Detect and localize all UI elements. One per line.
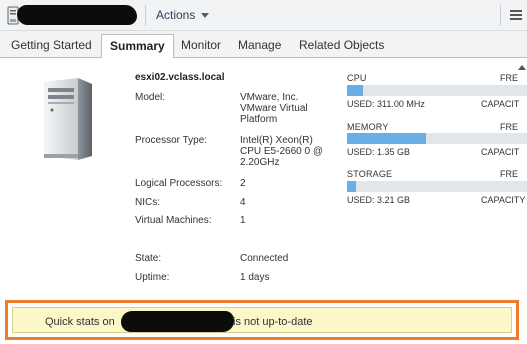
warning-text-prefix: Quick stats on bbox=[45, 316, 115, 328]
processor-type-label: Processor Type: bbox=[135, 135, 208, 146]
nics-label: NICs: bbox=[135, 197, 160, 208]
redacted-host-title bbox=[17, 5, 137, 25]
memory-usage-fill bbox=[347, 133, 427, 144]
tab-related-objects[interactable]: Related Objects bbox=[299, 38, 384, 52]
storage-label: STORAGE bbox=[347, 169, 393, 179]
cpu-usage-bar bbox=[347, 85, 527, 96]
menu-icon[interactable] bbox=[510, 10, 522, 21]
cpu-used-text: USED: 311.00 MHz bbox=[347, 99, 425, 109]
processor-type-value: Intel(R) Xeon(R) CPU E5-2660 0 @ 2.20GHz bbox=[240, 135, 323, 168]
memory-used-text: USED: 1.35 GB bbox=[347, 147, 411, 157]
state-label: State: bbox=[135, 253, 162, 264]
actions-menu-button[interactable]: Actions bbox=[156, 8, 210, 22]
actions-label: Actions bbox=[156, 8, 196, 22]
divider bbox=[145, 5, 146, 26]
storage-used-text: USED: 3.21 GB bbox=[347, 195, 411, 205]
cpu-free-label: FRE bbox=[500, 73, 518, 83]
cpu-usage-fill bbox=[347, 85, 364, 96]
memory-usage-bar bbox=[347, 133, 527, 144]
server-image bbox=[44, 78, 92, 160]
memory-label: MEMORY bbox=[347, 122, 389, 132]
memory-capacity-label: CAPACIT bbox=[481, 147, 520, 157]
tab-manage[interactable]: Manage bbox=[238, 38, 281, 52]
cpu-label: CPU bbox=[347, 73, 367, 83]
storage-capacity-label: CAPACITY bbox=[481, 195, 526, 205]
tab-summary[interactable]: Summary bbox=[101, 34, 174, 58]
scroll-up-icon[interactable] bbox=[518, 65, 526, 70]
tab-bar: Getting Started Summary Monitor Manage R… bbox=[0, 31, 527, 58]
storage-usage-bar bbox=[347, 181, 527, 192]
host-name: esxi02.vclass.local bbox=[135, 72, 225, 83]
storage-usage-fill bbox=[347, 181, 356, 192]
storage-free-label: FRE bbox=[500, 169, 518, 179]
state-value: Connected bbox=[240, 253, 289, 264]
chevron-down-icon bbox=[201, 13, 210, 19]
uptime-value: 1 days bbox=[240, 272, 270, 283]
warning-text-suffix: is not up-to-date bbox=[233, 316, 313, 328]
uptime-label: Uptime: bbox=[135, 272, 170, 283]
logical-processors-label: Logical Processors: bbox=[135, 178, 223, 189]
cpu-capacity-label: CAPACIT bbox=[481, 99, 520, 109]
virtual-machines-label: Virtual Machines: bbox=[135, 215, 212, 226]
tab-getting-started[interactable]: Getting Started bbox=[11, 38, 92, 52]
model-value: VMware, Inc. VMware Virtual Platform bbox=[240, 92, 308, 125]
divider bbox=[500, 5, 501, 26]
redacted-host-name bbox=[121, 311, 234, 332]
logical-processors-value: 2 bbox=[240, 178, 246, 189]
virtual-machines-value: 1 bbox=[240, 215, 246, 226]
nics-value: 4 bbox=[240, 197, 246, 208]
memory-free-label: FRE bbox=[500, 122, 518, 132]
object-header: Actions bbox=[0, 0, 527, 31]
model-label: Model: bbox=[135, 92, 166, 103]
tab-monitor[interactable]: Monitor bbox=[181, 38, 221, 52]
